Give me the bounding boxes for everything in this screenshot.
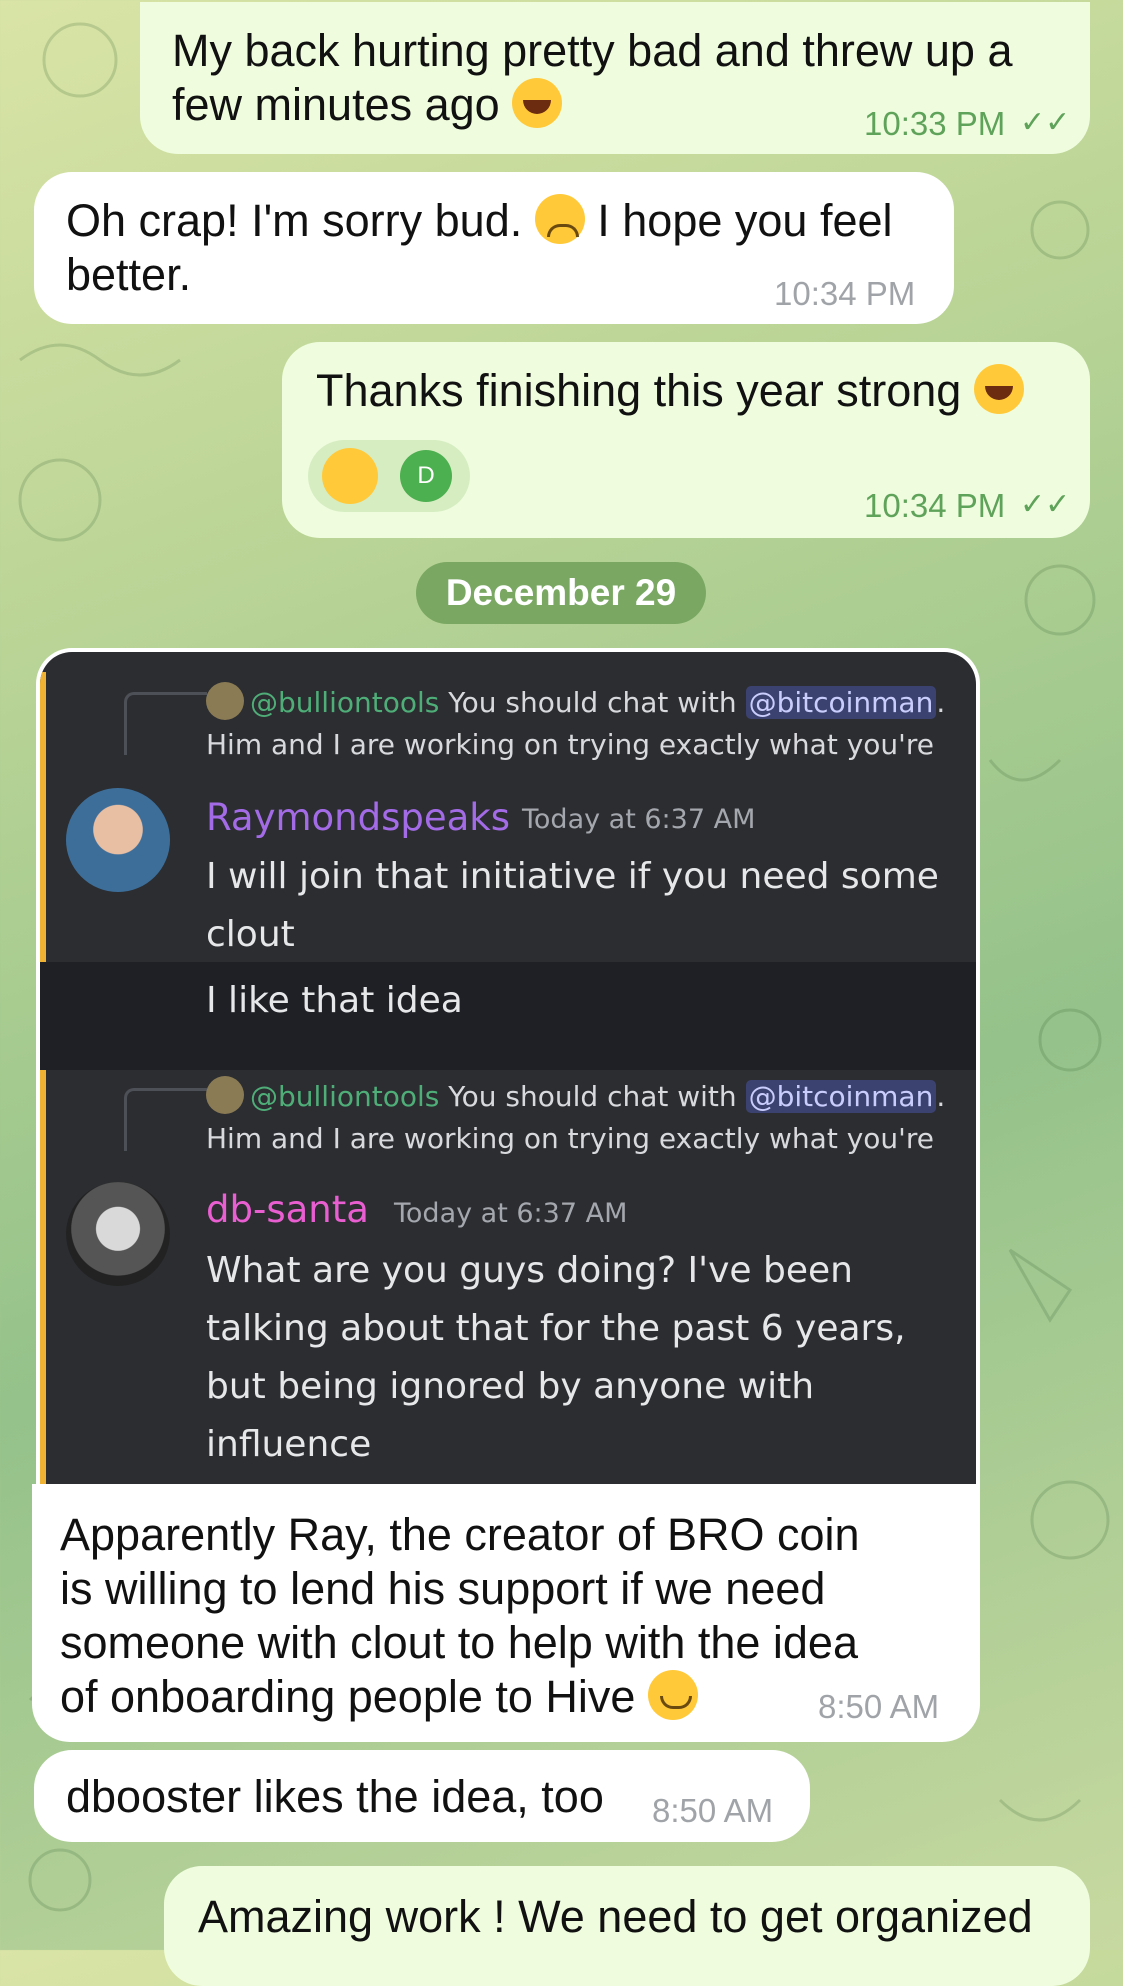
reply-preview-line2: Him and I are working on trying exactly … [206, 728, 934, 761]
timestamp: Today at 6:37 AM [522, 804, 756, 835]
message-bubble-outgoing[interactable]: Thanks finishing this year strong D 10:3… [282, 342, 1090, 538]
fearful-face-emoji [322, 448, 378, 504]
message-time: 10:34 PM [864, 487, 1006, 524]
smiling-face-emoji [647, 1670, 698, 1720]
discord-message: I will join that initiative if you need … [206, 856, 939, 955]
message-time: 8:50 AM [652, 1792, 774, 1829]
reaction-chip[interactable]: D [308, 440, 470, 512]
avatar [66, 788, 170, 892]
date-separator: December 29 [416, 562, 706, 624]
reply-preview: @bulliontools You should chat with @bitc… [206, 1076, 945, 1114]
message-text: few minutes ago [172, 79, 500, 130]
reply-preview-line2: Him and I are working on trying exactly … [206, 1122, 934, 1155]
reply-preview: @bulliontools You should chat with @bitc… [206, 682, 945, 720]
username: Raymondspeaks [206, 796, 510, 839]
discord-screenshot-image[interactable]: @bulliontools You should chat with @bitc… [36, 648, 980, 1486]
message-text: My back hurting pretty bad and threw up … [172, 25, 1013, 76]
message-text: better. [66, 249, 192, 300]
disappointed-face-emoji [534, 194, 585, 244]
discord-message: What are you guys doing? I've been talki… [206, 1250, 906, 1465]
message-bubble-outgoing[interactable]: My back hurting pretty bad and threw up … [140, 2, 1090, 154]
message-text: I hope you feel [584, 195, 893, 246]
highlighted-row [40, 962, 976, 1070]
message-text: Amazing work ! We need to get organized [198, 1891, 1033, 1942]
message-text: of onboarding people to Hive [60, 1671, 636, 1722]
rolling-laughing-emoji [512, 78, 563, 128]
message-text: is willing to lend his support if we nee… [60, 1563, 826, 1614]
highlight-bar [40, 672, 46, 982]
reply-avatar [206, 682, 244, 720]
avatar [66, 1182, 170, 1286]
message-bubble-incoming[interactable]: Oh crap! I'm sorry bud. I hope you feel … [34, 172, 954, 324]
reply-avatar [206, 1076, 244, 1114]
discord-message: I like that idea [206, 980, 463, 1021]
message-time: 10:33 PM [864, 105, 1006, 142]
double-check-icon: ✓✓ [1020, 488, 1071, 521]
reaction-avatar: D [400, 450, 452, 502]
reply-connector [124, 1088, 207, 1151]
timestamp: Today at 6:37 AM [394, 1198, 628, 1229]
mention: @bitcoinman [745, 1080, 937, 1113]
message-bubble-outgoing[interactable]: Amazing work ! We need to get organized [164, 1866, 1090, 1986]
double-check-icon: ✓✓ [1020, 106, 1071, 139]
message-text: dbooster likes the idea, too [66, 1771, 604, 1822]
reply-connector [124, 692, 207, 755]
message-time: 10:34 PM [774, 275, 916, 312]
rolling-laughing-emoji [973, 364, 1024, 414]
mention: @bitcoinman [745, 686, 937, 719]
message-text: Oh crap! I'm sorry bud. [66, 195, 523, 246]
highlight-bar [40, 1070, 46, 1486]
message-text: Thanks finishing this year strong [316, 365, 962, 416]
message-time: 8:50 AM [818, 1688, 940, 1725]
message-text: Apparently Ray, the creator of BRO coin [60, 1509, 860, 1560]
username: db-santa [206, 1188, 369, 1231]
message-bubble-incoming[interactable]: Apparently Ray, the creator of BRO coin … [32, 1484, 980, 1742]
message-text: someone with clout to help with the idea [60, 1617, 858, 1668]
message-bubble-incoming[interactable]: dbooster likes the idea, too 8:50 AM [34, 1750, 810, 1842]
